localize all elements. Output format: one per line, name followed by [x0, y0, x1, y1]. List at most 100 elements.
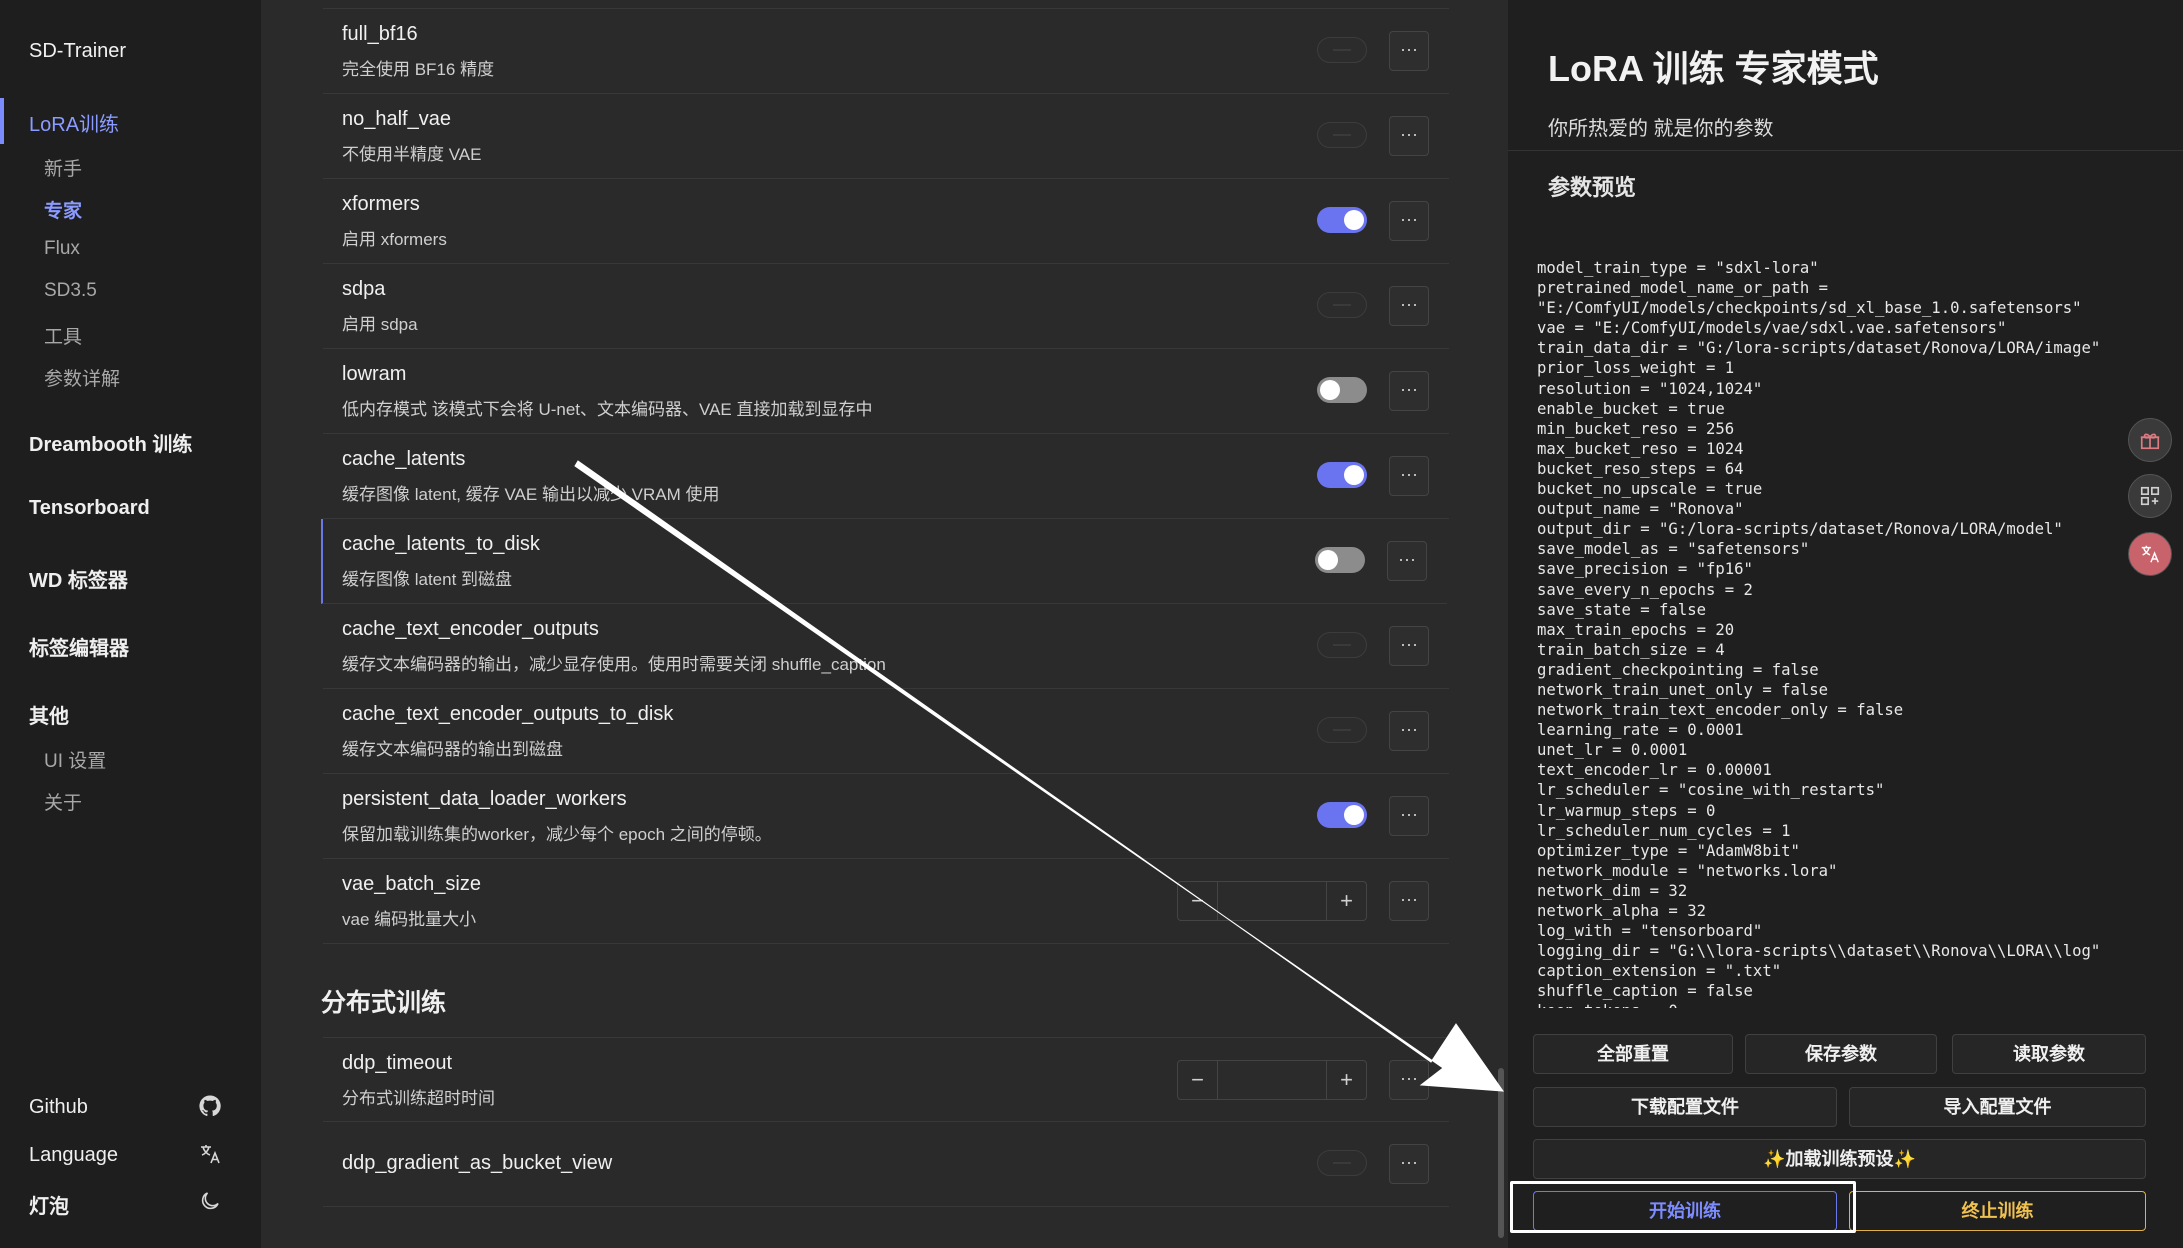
scrollbar[interactable] [1498, 1068, 1504, 1238]
section-title-distributed: 分布式训练 [321, 989, 447, 1017]
increment-button[interactable]: + [1326, 1061, 1366, 1099]
setting-title: sdpa [342, 278, 386, 300]
more-options-button[interactable]: ··· [1389, 201, 1429, 241]
load-params-button[interactable]: 读取参数 [1952, 1034, 2146, 1074]
sdpa-toggle[interactable] [1317, 292, 1367, 318]
more-options-button[interactable]: ··· [1389, 626, 1429, 666]
translate-icon[interactable] [198, 1142, 222, 1166]
active-indicator [0, 98, 4, 144]
start-training-button[interactable]: 开始训练 [1533, 1191, 1837, 1231]
save-params-button[interactable]: 保存参数 [1745, 1034, 1937, 1074]
setting-row-vae-batch-size: vae_batch_size vae 编码批量大小 − + ··· [323, 859, 1449, 944]
nav-wd-tagger[interactable]: WD 标签器 [29, 564, 128, 593]
nav-sub-flux[interactable]: Flux [44, 238, 80, 260]
setting-title: ddp_timeout [342, 1052, 453, 1074]
more-options-button[interactable]: ··· [1389, 286, 1429, 326]
nav-tag-editor[interactable]: 标签编辑器 [29, 632, 129, 661]
ddp-gradient-toggle[interactable] [1317, 1150, 1367, 1176]
nav-lora-training[interactable]: LoRA训练 [29, 108, 119, 137]
cache-latents-toggle[interactable] [1317, 462, 1367, 488]
increment-button[interactable]: + [1326, 882, 1366, 920]
setting-title: cache_latents_to_disk [342, 533, 540, 555]
nav-dreambooth[interactable]: Dreambooth 训练 [29, 428, 192, 457]
grid-icon[interactable] [2128, 474, 2172, 518]
setting-row-ddp-timeout: ddp_timeout 分布式训练超时时间 − + ··· [323, 1037, 1449, 1122]
xformers-toggle[interactable] [1317, 207, 1367, 233]
more-options-button[interactable]: ··· [1389, 1060, 1429, 1100]
gift-icon[interactable] [2128, 418, 2172, 462]
settings-panel: full_bf16 完全使用 BF16 精度 ··· no_half_vae 不… [261, 0, 1508, 1248]
reset-all-button[interactable]: 全部重置 [1533, 1034, 1733, 1074]
setting-desc: 低内存模式 该模式下会将 U-net、文本编码器、VAE 直接加载到显存中 [342, 400, 873, 419]
setting-row-persistent-data-loader-workers: persistent_data_loader_workers 保留加载训练集的w… [323, 774, 1449, 859]
nav-sub-tools[interactable]: 工具 [44, 322, 82, 349]
setting-title: cache_latents [342, 448, 466, 470]
setting-title: full_bf16 [342, 23, 418, 45]
setting-row-ddp-gradient-as-bucket-view: ddp_gradient_as_bucket_view ··· [323, 1122, 1449, 1207]
decrement-button[interactable]: − [1178, 882, 1218, 920]
nav-other[interactable]: 其他 [29, 700, 69, 729]
setting-row-sdpa: sdpa 启用 sdpa ··· [323, 264, 1449, 349]
setting-row-cache-text-encoder-outputs: cache_text_encoder_outputs 缓存文本编码器的输出，减少… [323, 604, 1449, 689]
more-options-button[interactable]: ··· [1389, 116, 1429, 156]
github-link[interactable]: Github [29, 1096, 88, 1119]
setting-title: cache_text_encoder_outputs_to_disk [342, 703, 674, 725]
page-subtitle: 你所热爱的 就是你的参数 [1548, 118, 1774, 140]
vae-batch-size-input[interactable]: − + [1177, 881, 1367, 921]
download-config-button[interactable]: 下载配置文件 [1533, 1087, 1837, 1127]
setting-row-lowram: lowram 低内存模式 该模式下会将 U-net、文本编码器、VAE 直接加载… [323, 349, 1449, 434]
more-options-button[interactable]: ··· [1389, 711, 1429, 751]
setting-title: xformers [342, 193, 420, 215]
setting-row-cache-text-encoder-outputs-to-disk: cache_text_encoder_outputs_to_disk 缓存文本编… [323, 689, 1449, 774]
load-preset-button[interactable]: ✨加载训练预设✨ [1533, 1139, 2146, 1179]
setting-row-no-half-vae: no_half_vae 不使用半精度 VAE ··· [323, 94, 1449, 179]
setting-desc: 缓存图像 latent, 缓存 VAE 输出以减少 VRAM 使用 [342, 485, 720, 504]
more-options-button[interactable]: ··· [1389, 881, 1429, 921]
setting-title: ddp_gradient_as_bucket_view [342, 1152, 613, 1174]
setting-desc: 启用 sdpa [342, 315, 418, 334]
moon-icon[interactable] [198, 1189, 222, 1213]
more-options-button[interactable]: ··· [1389, 371, 1429, 411]
setting-title: persistent_data_loader_workers [342, 788, 627, 810]
more-options-button[interactable]: ··· [1389, 456, 1429, 496]
toml-preview[interactable]: model_train_type = "sdxl-lora" pretraine… [1537, 258, 2157, 1008]
panel-divider [1508, 150, 2183, 151]
full-bf16-toggle[interactable] [1317, 37, 1367, 63]
setting-title: no_half_vae [342, 108, 451, 130]
setting-row-full-bf16: full_bf16 完全使用 BF16 精度 ··· [323, 9, 1449, 94]
no-half-vae-toggle[interactable] [1317, 122, 1367, 148]
nav-sub-ui-settings[interactable]: UI 设置 [44, 746, 106, 773]
more-options-button[interactable]: ··· [1387, 541, 1427, 581]
translate-float-icon[interactable] [2128, 532, 2172, 576]
cache-text-encoder-outputs-toggle[interactable] [1317, 632, 1367, 658]
more-options-button[interactable]: ··· [1389, 1144, 1429, 1184]
nav-sub-beginner[interactable]: 新手 [44, 154, 82, 181]
more-options-button[interactable]: ··· [1389, 796, 1429, 836]
setting-row-xformers: xformers 启用 xformers ··· [323, 179, 1449, 264]
nav-tensorboard[interactable]: Tensorboard [29, 497, 150, 520]
setting-desc: 保留加载训练集的worker，减少每个 epoch 之间的停顿。 [342, 825, 772, 844]
setting-desc: 完全使用 BF16 精度 [342, 60, 495, 79]
nav-sub-params-detail[interactable]: 参数详解 [44, 364, 120, 391]
setting-desc: 缓存文本编码器的输出，减少显存使用。使用时需要关闭 shuffle_captio… [342, 655, 886, 674]
cache-text-encoder-outputs-to-disk-toggle[interactable] [1317, 717, 1367, 743]
stop-training-button[interactable]: 终止训练 [1849, 1191, 2146, 1231]
setting-title: cache_text_encoder_outputs [342, 618, 599, 640]
nav-sub-sd35[interactable]: SD3.5 [44, 280, 97, 302]
theme-toggle[interactable]: 灯泡 [29, 1190, 69, 1219]
language-switch[interactable]: Language [29, 1144, 118, 1167]
app-brand[interactable]: SD-Trainer [29, 40, 126, 63]
persistent-workers-toggle[interactable] [1317, 802, 1367, 828]
ddp-timeout-input[interactable]: − + [1177, 1060, 1367, 1100]
nav-sub-about[interactable]: 关于 [44, 788, 82, 815]
lowram-toggle[interactable] [1317, 377, 1367, 403]
preview-panel: LoRA 训练 专家模式 你所热爱的 就是你的参数 参数预览 model_tra… [1508, 0, 2183, 1248]
more-options-button[interactable]: ··· [1389, 31, 1429, 71]
page-title: LoRA 训练 专家模式 [1548, 48, 1879, 89]
github-icon[interactable] [198, 1094, 222, 1118]
decrement-button[interactable]: − [1178, 1061, 1218, 1099]
nav-sub-expert[interactable]: 专家 [44, 196, 82, 223]
setting-desc: vae 编码批量大小 [342, 910, 477, 929]
import-config-button[interactable]: 导入配置文件 [1849, 1087, 2146, 1127]
cache-latents-to-disk-toggle[interactable] [1315, 547, 1365, 573]
